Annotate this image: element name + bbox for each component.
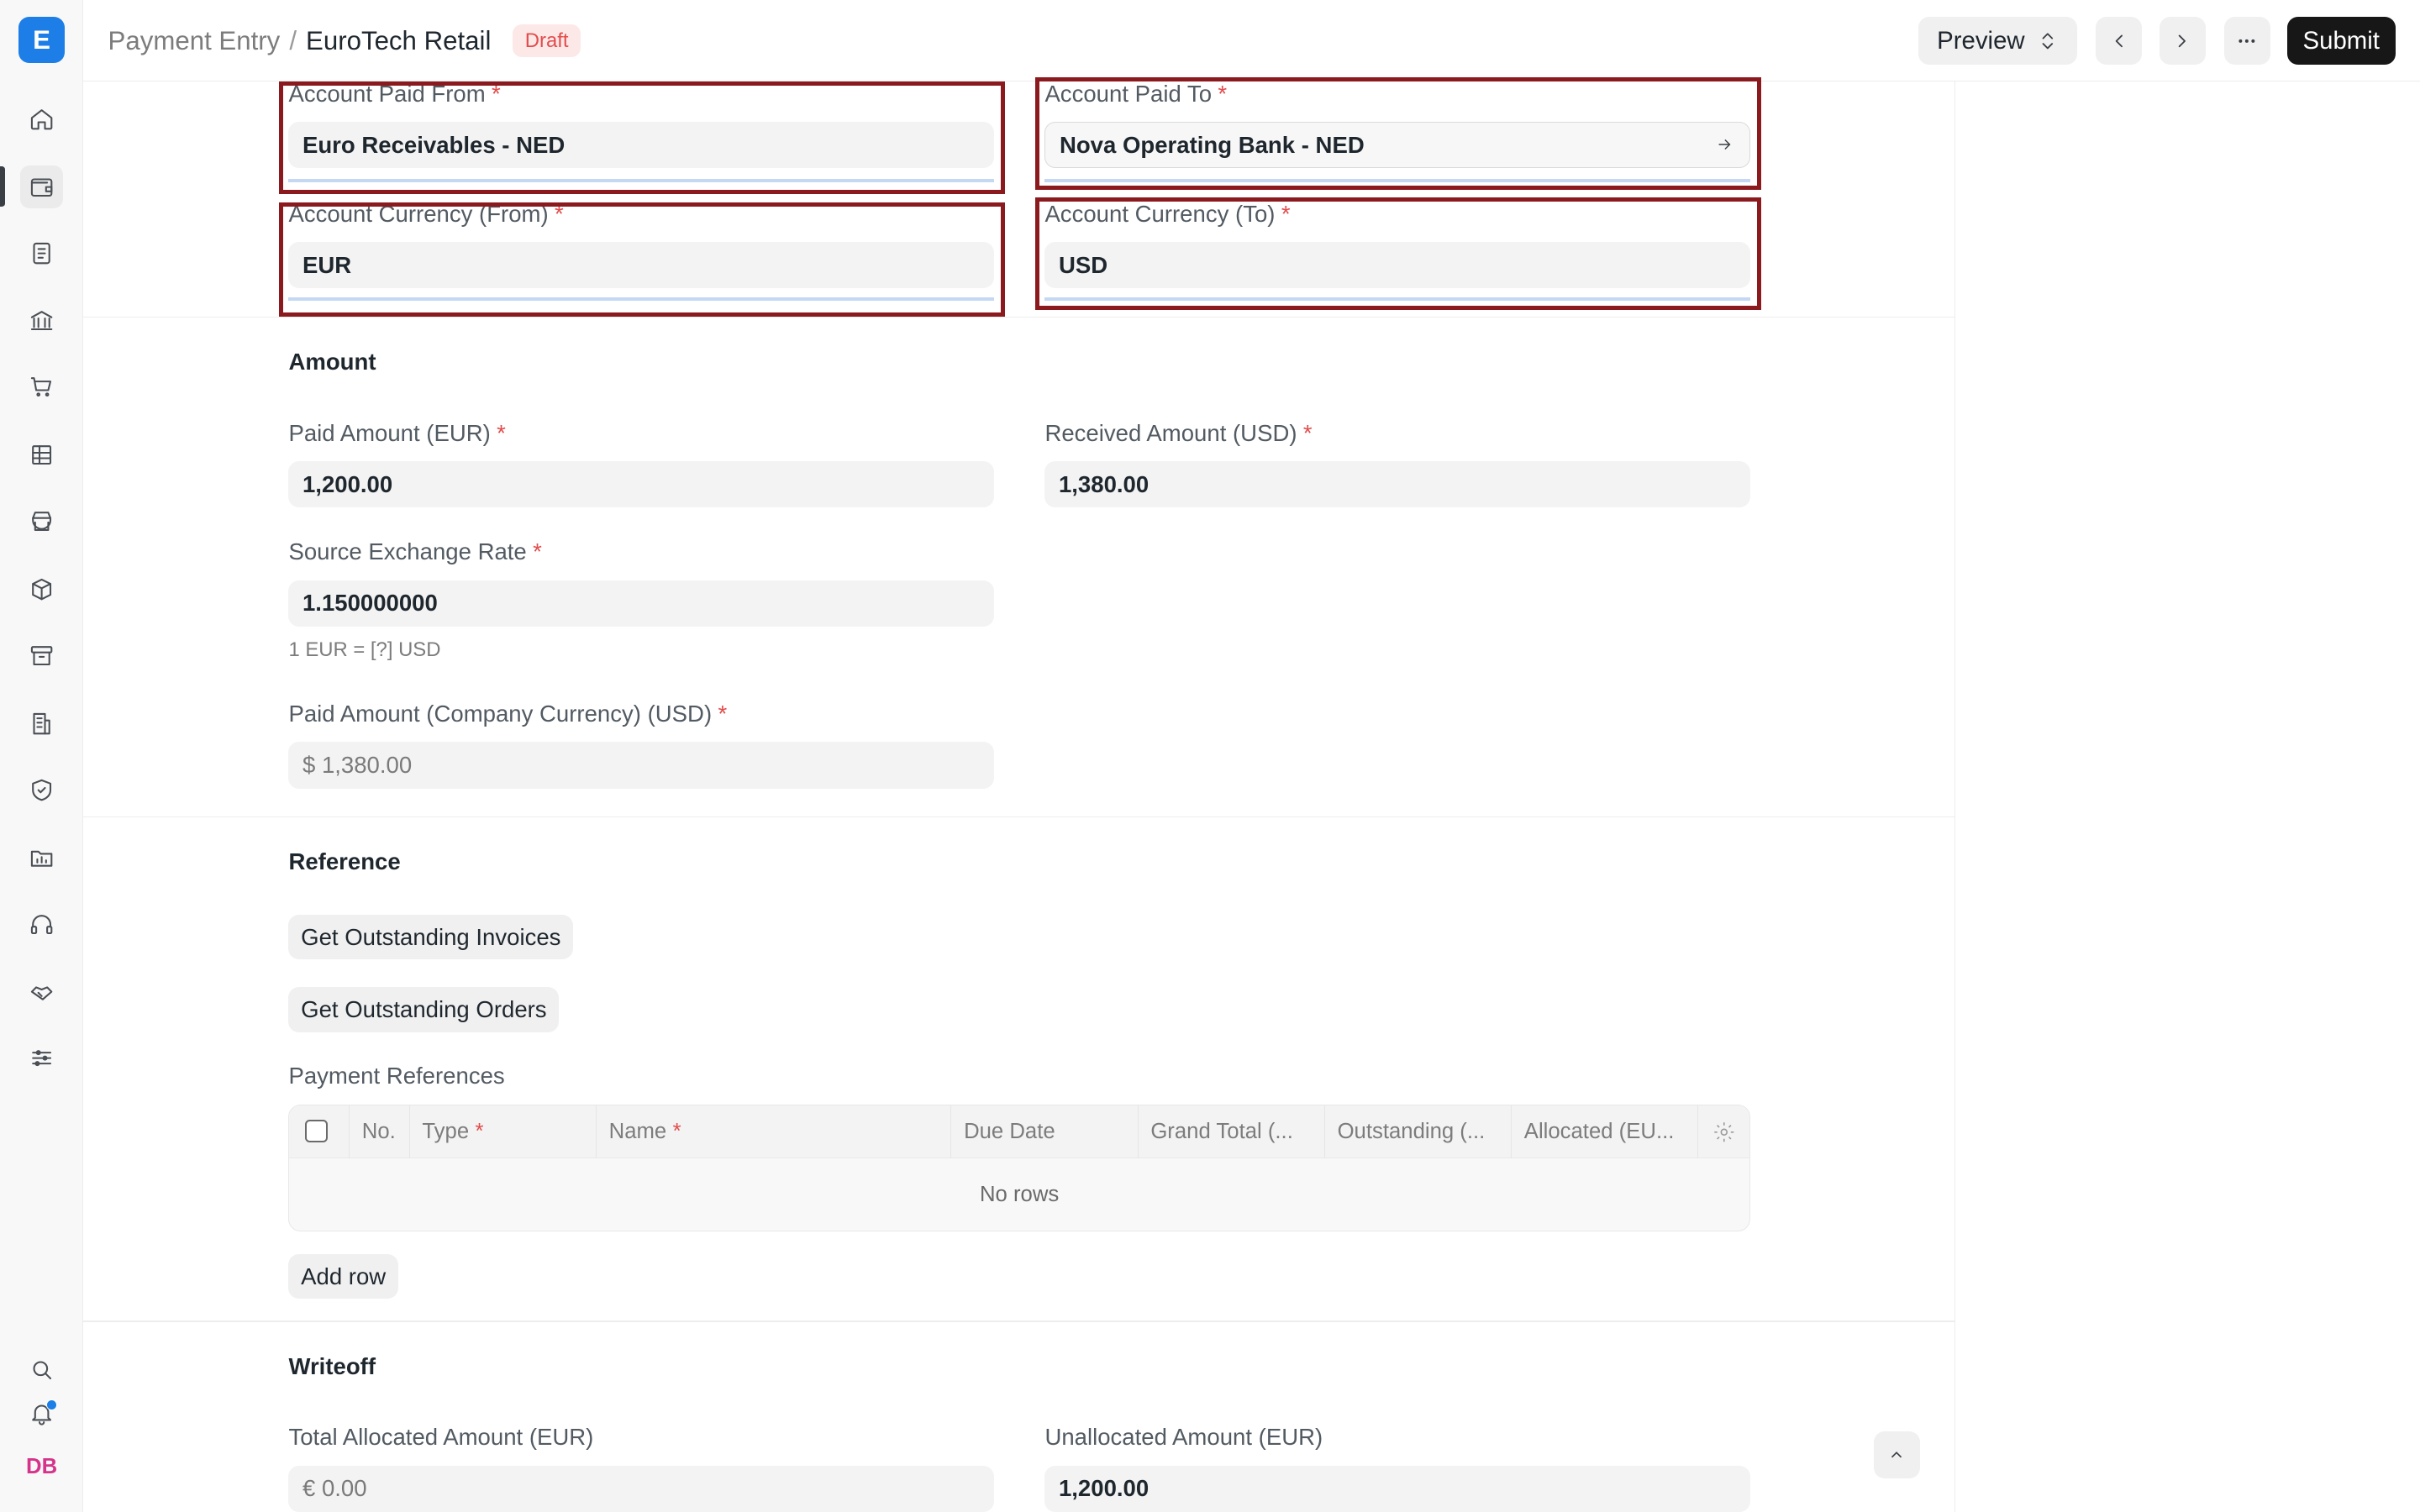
get-outstanding-orders-button[interactable]: Get Outstanding Orders	[288, 987, 560, 1032]
headset-icon[interactable]	[20, 902, 63, 945]
table-icon[interactable]	[20, 433, 63, 476]
home-icon[interactable]	[20, 97, 63, 140]
store-icon[interactable]	[20, 500, 63, 543]
search-icon[interactable]	[20, 1348, 63, 1391]
chevron-updown-icon	[2042, 33, 2054, 50]
empty-state: No rows	[979, 1182, 1060, 1206]
select-all-cell	[289, 1105, 350, 1158]
page-header: Payment Entry / EuroTech Retail Draft Pr…	[83, 0, 2420, 82]
more-horizontal-icon	[2238, 39, 2255, 43]
section-divider	[83, 816, 1956, 818]
paid-amount-input[interactable]: 1,200.00	[288, 461, 994, 508]
previous-button[interactable]	[2096, 17, 2143, 66]
scroll-to-top-button[interactable]	[1873, 1431, 1920, 1478]
payment-references-label: Payment References	[288, 1063, 505, 1089]
company-amount-label: Paid Amount (Company Currency) (USD) *	[288, 700, 728, 727]
total-allocated-input: € 0.00	[288, 1465, 994, 1512]
highlight-box	[1035, 76, 1761, 190]
section-divider	[83, 1320, 1956, 1323]
sidebar: E DB	[0, 0, 84, 1512]
received-amount-label: Received Amount (USD) *	[1044, 419, 1313, 446]
column-header: Allocated (EU...	[1512, 1105, 1699, 1158]
highlight-box	[1035, 197, 1761, 311]
received-amount-input[interactable]: 1,380.00	[1044, 461, 1750, 508]
table-header: No. Type * Name * Due Date Grand Total (..…	[289, 1105, 1749, 1158]
unallocated-input: 1,200.00	[1044, 1465, 1750, 1512]
avatar[interactable]: DB	[20, 1446, 63, 1488]
package-icon[interactable]	[20, 568, 63, 611]
unallocated-label: Unallocated Amount (EUR)	[1044, 1424, 1323, 1451]
highlight-box	[279, 202, 1005, 317]
exchange-rate-label: Source Exchange Rate *	[288, 538, 542, 564]
wallet-icon[interactable]	[19, 165, 64, 208]
chevron-right-icon	[2178, 34, 2186, 48]
column-header: Outstanding (...	[1325, 1105, 1512, 1158]
column-header: Due Date	[951, 1105, 1139, 1158]
app-logo[interactable]: E	[18, 17, 66, 64]
sliders-icon[interactable]	[20, 1037, 63, 1079]
company-amount-input: $ 1,380.00	[288, 742, 994, 789]
breadcrumb-separator: /	[289, 25, 297, 55]
exchange-rate-input[interactable]: 1.150000000	[288, 580, 994, 627]
handshake-icon[interactable]	[20, 970, 63, 1013]
get-outstanding-invoices-button[interactable]: Get Outstanding Invoices	[288, 915, 574, 960]
column-header: Name *	[597, 1105, 952, 1158]
gear-icon[interactable]	[1712, 1121, 1736, 1144]
building-icon[interactable]	[20, 702, 63, 745]
reference-section-title: Reference	[288, 848, 401, 875]
preview-dropdown[interactable]: Preview	[1918, 17, 2078, 66]
more-button[interactable]	[2223, 17, 2270, 66]
app-root: E DB Payment Entry / EuroTech Retail Dra…	[0, 0, 2420, 1512]
total-allocated-label: Total Allocated Amount (EUR)	[288, 1424, 594, 1451]
notification-dot	[46, 1399, 57, 1410]
status-badge: Draft	[513, 24, 581, 58]
next-button[interactable]	[2159, 17, 2206, 66]
preview-label: Preview	[1937, 26, 2025, 55]
section-divider	[83, 316, 1956, 318]
submit-button[interactable]: Submit	[2286, 17, 2396, 66]
column-header: Type *	[410, 1105, 597, 1158]
add-row-button[interactable]: Add row	[288, 1254, 398, 1299]
payment-references-table: No. Type * Name * Due Date Grand Total (..…	[288, 1105, 1750, 1231]
highlight-box	[279, 81, 1005, 195]
exchange-rate-help: 1 EUR = [?] USD	[288, 638, 441, 662]
document-icon[interactable]	[20, 232, 63, 275]
archive-icon[interactable]	[20, 634, 63, 677]
breadcrumb-parent[interactable]: Payment Entry	[108, 26, 281, 56]
cart-icon[interactable]	[20, 365, 63, 408]
writeoff-section-title: Writeoff	[288, 1352, 376, 1379]
amount-section-title: Amount	[288, 349, 376, 375]
active-indicator	[0, 166, 5, 207]
folder-chart-icon[interactable]	[20, 836, 63, 879]
chevron-up-icon	[1891, 1452, 1902, 1458]
breadcrumb: Payment Entry / EuroTech Retail Draft	[108, 24, 581, 58]
bank-icon[interactable]	[20, 299, 63, 342]
page-title: EuroTech Retail	[306, 25, 492, 55]
column-header: No.	[350, 1105, 410, 1158]
select-all-checkbox[interactable]	[304, 1119, 329, 1143]
column-header: Grand Total (...	[1139, 1105, 1325, 1158]
paid-amount-label: Paid Amount (EUR) *	[288, 419, 506, 446]
chevron-left-icon	[2115, 34, 2123, 48]
shield-icon[interactable]	[20, 769, 63, 811]
bell-icon[interactable]	[20, 1392, 63, 1435]
